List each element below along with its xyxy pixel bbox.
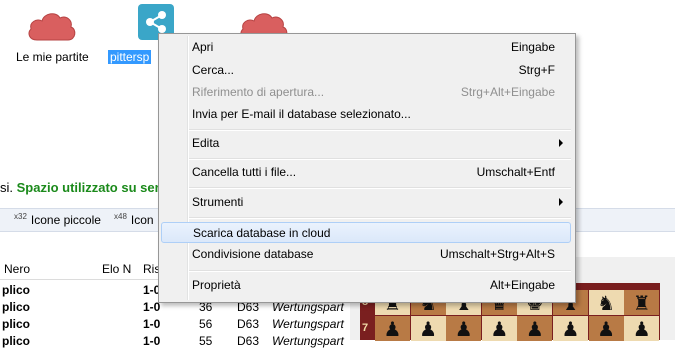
menu-item-tools[interactable]: Strumenti [161,192,571,212]
menu-separator [189,158,571,160]
board-square[interactable]: ♟ [481,316,517,341]
board-square[interactable]: ♟ [588,316,624,341]
menu-item-label: Invia per E-mail il database selezionato… [192,107,411,121]
chess-piece-icon: ♜ [632,291,651,315]
medium-icons-tag: x48 [114,212,127,221]
status-prefix: si. [0,180,13,195]
menu-item-share-database[interactable]: Condivisione database Umschalt+Strg+Alt+… [161,244,571,264]
cell-event: Wertungspart [272,317,344,331]
small-icons-label: Icone piccole [30,213,101,227]
small-icons-tag: x32 [14,212,27,221]
icon-label-my-games[interactable]: Le mie partite [16,50,89,64]
icon-label-selected-database[interactable]: pittersp [108,50,152,64]
context-menu: Apri Eingabe Cerca... Strg+F Riferimento… [158,33,576,303]
menu-item-delete-all-files[interactable]: Cancella tutti i file... Umschalt+Entf [161,162,571,182]
board-square[interactable]: ♟ [375,316,410,341]
menu-item-label: Strumenti [192,195,244,209]
cell-black: plico [2,283,31,297]
cell-black: plico [2,300,31,314]
board-square[interactable]: ♟ [553,316,588,341]
menu-separator [189,129,571,131]
menu-item-label: Cancella tutti i file... [192,165,297,179]
cell-result: 1-0 [143,317,161,331]
board-square[interactable]: ♟ [517,316,553,341]
menu-separator [189,187,571,189]
board-square[interactable]: ♜ [624,290,660,315]
menu-item-shortcut: Umschalt+Entf [476,165,555,179]
menu-item-label: Condivisione database [192,247,314,261]
board-square[interactable]: ♞ [588,290,624,315]
cell-moves: 56 [199,317,213,331]
view-small-icons-button[interactable]: x32 Icone piccole [14,212,101,227]
menu-item-opening-reference[interactable]: Riferimento di apertura... Strg+Alt+Eing… [161,82,571,102]
chess-piece-icon: ♟ [525,317,544,341]
menu-item-label: Proprietà [192,278,241,292]
cell-black: plico [2,317,31,331]
submenu-arrow-icon [559,139,563,147]
menu-item-shortcut: Alt+Eingabe [489,278,555,292]
menu-item-label: Scarica database in cloud [193,226,331,240]
table-row[interactable]: plico 1-0 55 D63 Wertungspart [0,334,350,351]
cell-eco: D63 [237,317,260,331]
menu-item-shortcut: Eingabe [510,40,555,54]
chess-piece-icon: ♟ [632,317,651,341]
cell-eco: D63 [237,334,260,348]
menu-separator [189,270,571,272]
chess-piece-icon: ♟ [561,317,580,341]
storage-used-label: Spazio utilizzato su ser [16,180,160,195]
chess-piece-icon: ♟ [383,317,402,341]
menu-item-label: Edita [192,136,220,150]
chess-piece-icon: ♟ [419,317,438,341]
menu-item-send-email[interactable]: Invia per E-mail il database selezionato… [161,104,571,124]
menu-separator [189,217,571,219]
view-medium-icons-button[interactable]: x48 Icon [114,212,154,227]
cell-moves: 55 [199,334,213,348]
menu-item-label: Riferimento di apertura... [192,85,325,99]
menu-item-properties[interactable]: Proprietà Alt+Eingabe [161,275,571,295]
menu-item-search[interactable]: Cerca... Strg+F [161,60,571,80]
board-square[interactable]: ♟ [446,316,482,341]
cloud-database-tile-1[interactable] [22,6,82,42]
table-row[interactable]: plico 1-0 56 D63 Wertungspart [0,317,350,334]
medium-icons-label: Icon [130,213,154,227]
menu-item-download-cloud-database[interactable]: Scarica database in cloud [161,222,571,243]
chess-piece-icon: ♞ [597,291,616,315]
submenu-arrow-icon [559,198,563,206]
menu-item-edit[interactable]: Edita [161,133,571,153]
menu-item-label: Cerca... [192,63,235,77]
chess-piece-icon: ♟ [490,317,509,341]
cell-black: plico [2,334,31,348]
board-square[interactable]: ♟ [410,316,446,341]
column-header-elo-black[interactable]: Elo N [102,262,131,276]
board-square[interactable]: ♟ [624,316,660,341]
menu-item-shortcut: Strg+F [518,63,555,77]
menu-item-shortcut: Umschalt+Strg+Alt+S [439,247,555,261]
cloud-icon [28,13,76,41]
chess-piece-icon: ♟ [597,317,616,341]
menu-item-label: Apri [192,40,214,54]
menu-item-shortcut: Strg+Alt+Eingabe [460,85,555,99]
menu-item-open[interactable]: Apri Eingabe [161,37,571,57]
chess-piece-icon: ♟ [454,317,473,341]
cell-result: 1-0 [143,334,161,348]
rank-label-7: 7 [362,322,369,334]
cell-event: Wertungspart [272,334,344,348]
column-header-black[interactable]: Nero [4,262,30,276]
